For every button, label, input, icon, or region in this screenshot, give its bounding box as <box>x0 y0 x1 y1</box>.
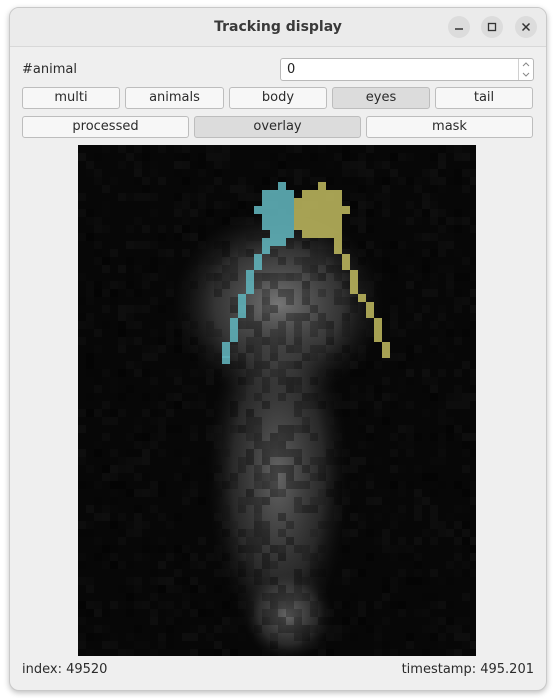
index-status: index: 49520 <box>22 662 107 677</box>
spin-down-button[interactable] <box>519 69 533 79</box>
timestamp-label: timestamp: <box>401 662 477 677</box>
mode-button-body[interactable]: body <box>229 87 327 109</box>
mode-button-animals[interactable]: animals <box>125 87 224 109</box>
maximize-icon <box>487 22 497 32</box>
tracking-frame-image <box>78 145 476 656</box>
tracking-image-view[interactable] <box>78 145 476 656</box>
animal-spinbox[interactable] <box>280 58 534 81</box>
tracking-display-window: Tracking display #animal multi animals b… <box>9 7 547 691</box>
index-label: index: <box>22 662 62 677</box>
mode-button-tail[interactable]: tail <box>435 87 533 109</box>
minimize-icon <box>455 28 463 30</box>
chevron-down-icon <box>522 72 530 77</box>
mode-button-eyes[interactable]: eyes <box>332 87 430 109</box>
minimize-button[interactable] <box>448 16 470 38</box>
timestamp-status: timestamp: 495.201 <box>402 662 534 677</box>
view-button-processed[interactable]: processed <box>22 116 189 138</box>
timestamp-value: 495.201 <box>480 662 534 677</box>
view-button-mask[interactable]: mask <box>366 116 533 138</box>
spin-up-button[interactable] <box>519 59 533 69</box>
index-value: 49520 <box>66 662 108 677</box>
view-button-overlay[interactable]: overlay <box>194 116 361 138</box>
chevron-up-icon <box>522 61 530 66</box>
maximize-button[interactable] <box>481 16 503 38</box>
mode-button-multi[interactable]: multi <box>22 87 120 109</box>
animal-input[interactable] <box>281 59 513 80</box>
close-button[interactable] <box>515 16 537 38</box>
close-icon <box>521 22 531 32</box>
animal-label: #animal <box>22 62 77 77</box>
spin-arrows <box>518 59 533 80</box>
title-bar: Tracking display <box>10 8 546 47</box>
